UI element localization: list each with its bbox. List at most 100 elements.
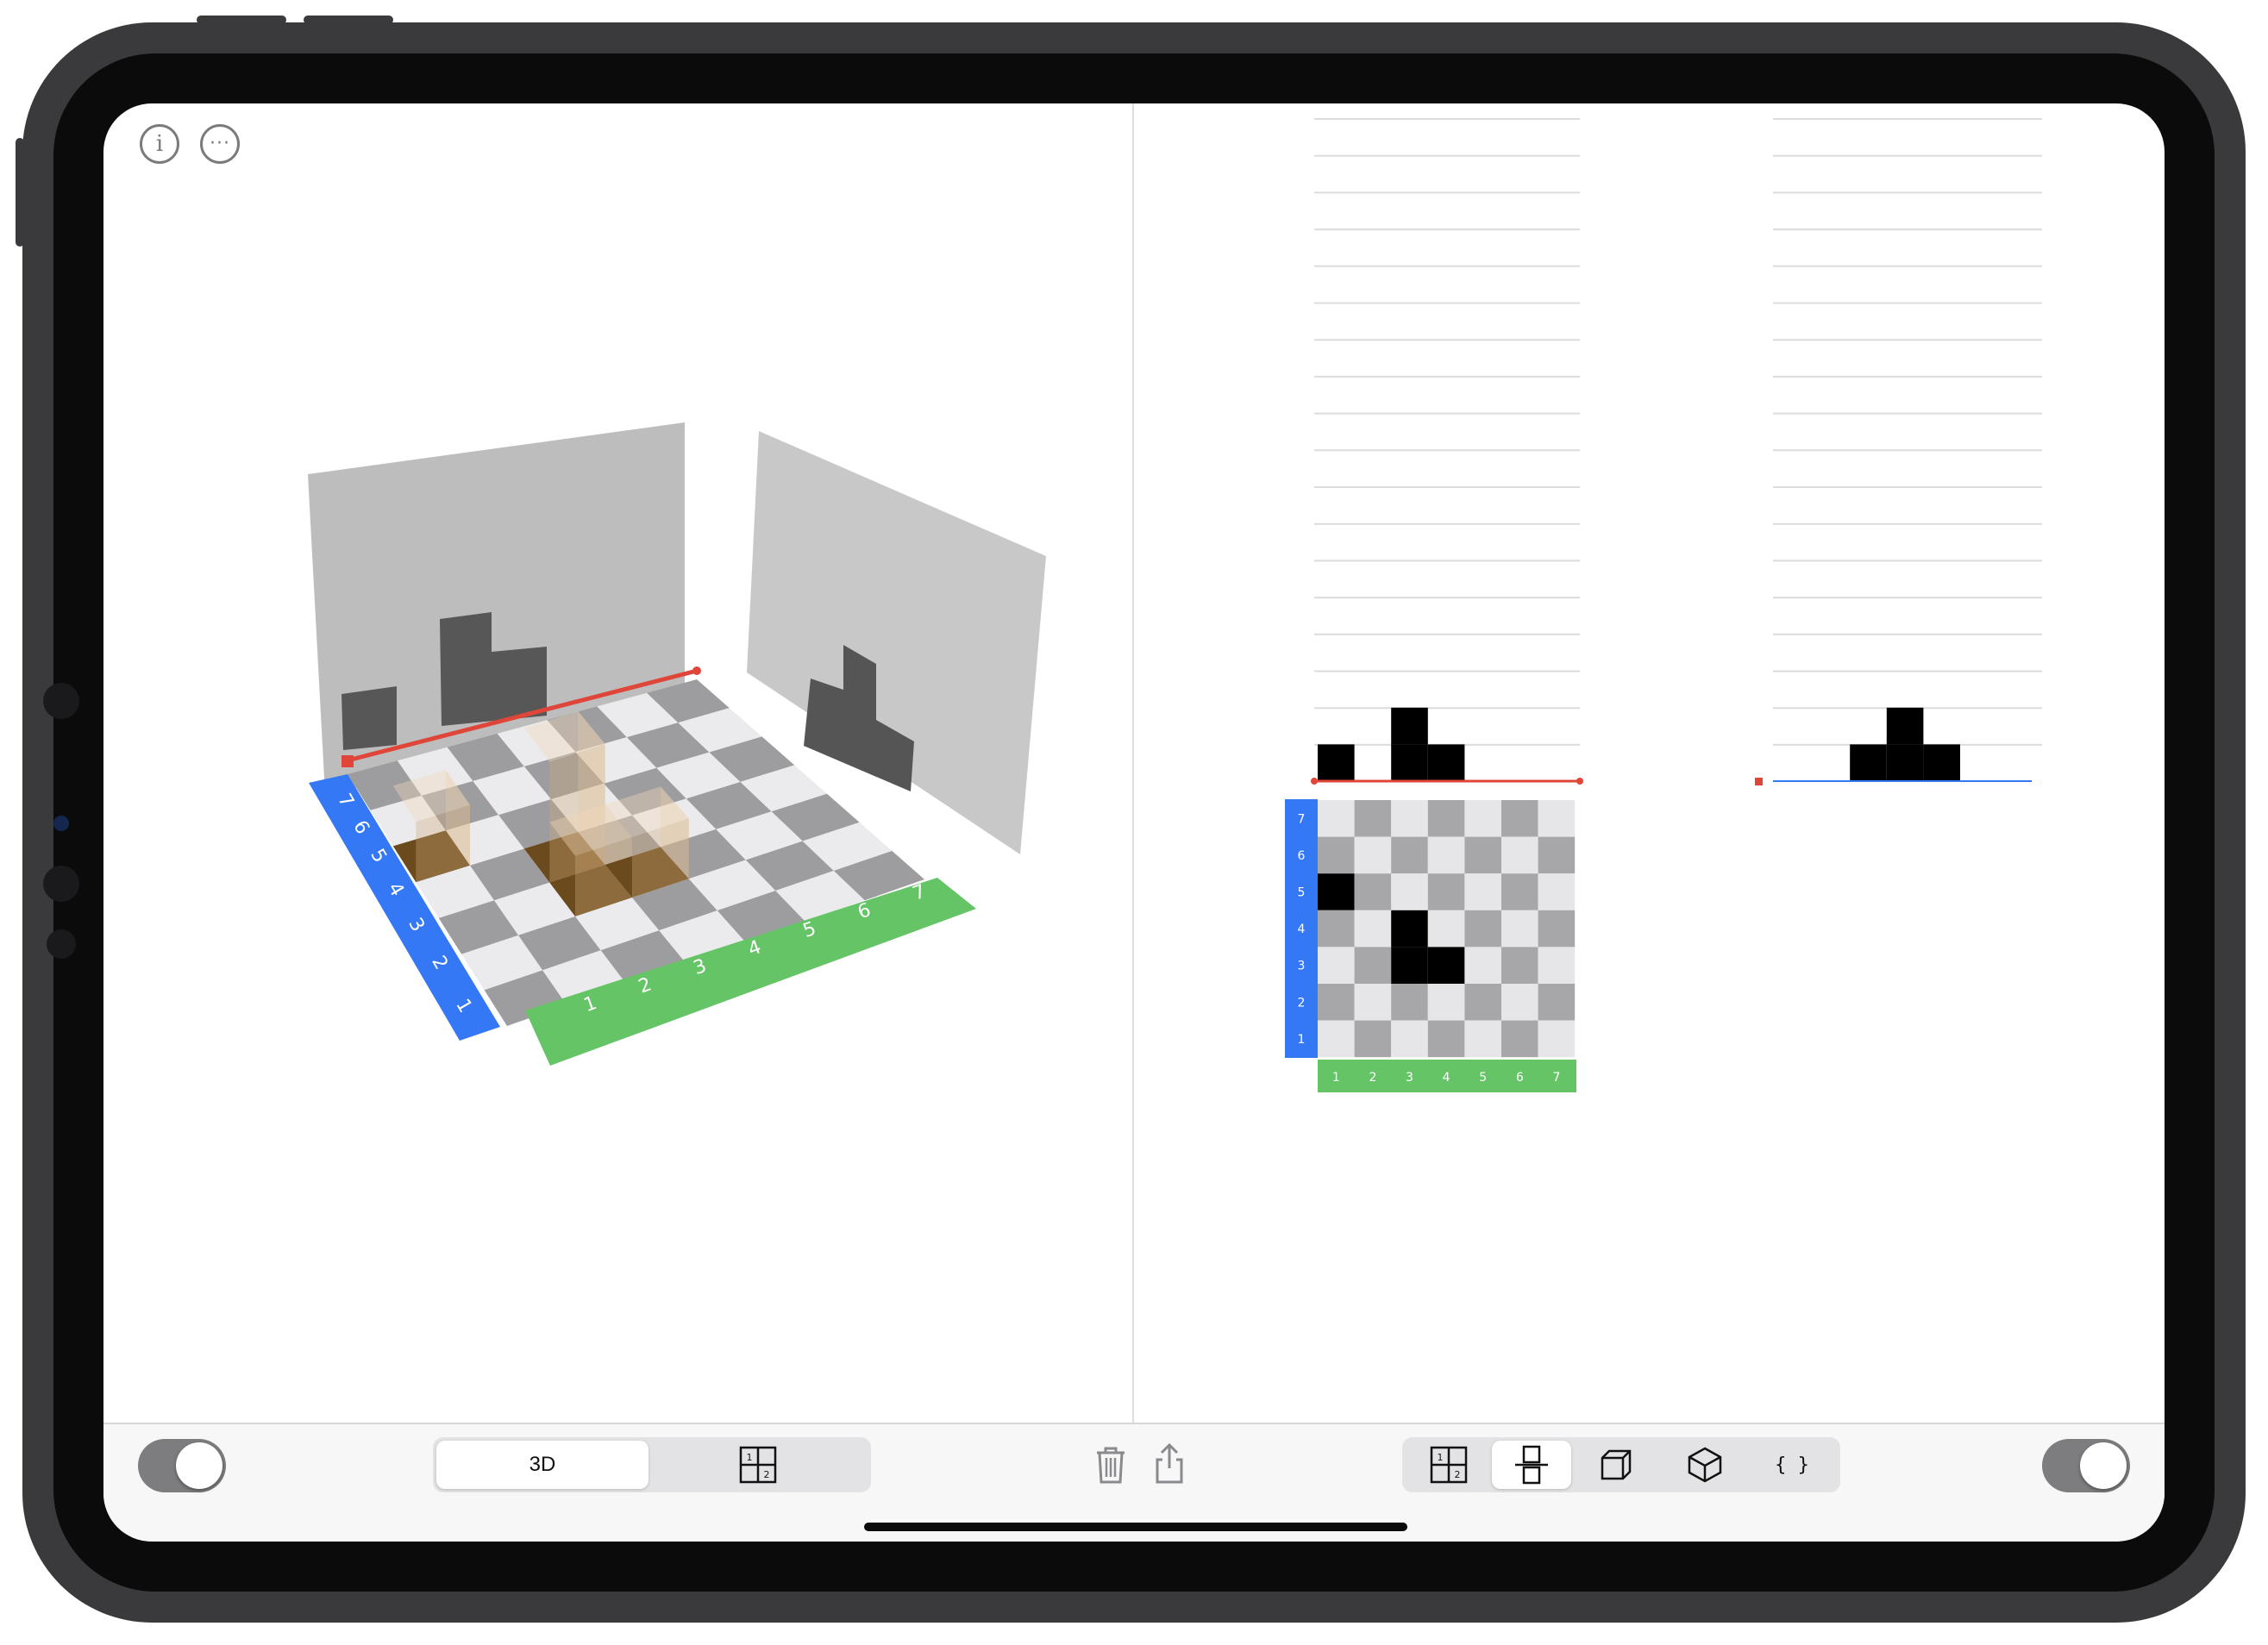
top-view-cell[interactable] [1354,873,1392,910]
top-view-cell[interactable] [1354,1020,1392,1058]
view-option-stacked-squares[interactable] [1492,1441,1571,1489]
front-projection [1318,707,1465,781]
top-view-cell[interactable] [1318,984,1355,1021]
view-option-code[interactable]: { } [1749,1441,1835,1489]
top-view-x-label: 1 [1332,1071,1340,1085]
top-view-cell[interactable] [1538,910,1576,948]
top-view-y-label: 4 [1298,923,1306,936]
top-view-cell[interactable] [1464,910,1501,948]
top-view-cell[interactable] [1464,836,1501,874]
front-baseline-start [1311,778,1318,785]
side-projection [1850,707,1960,781]
top-view-cell[interactable] [1318,1020,1355,1058]
segment-3d-label: 3D [529,1453,556,1476]
top-view-cell[interactable] [1464,800,1501,837]
projection-views[interactable]: 1 2 3 4 5 6 7 7 6 5 4 3 2 1 [103,103,2165,1423]
top-view-cell[interactable] [1501,836,1538,874]
top-view-cell[interactable] [1354,910,1392,948]
top-view-cell[interactable] [1538,984,1576,1021]
top-view-cell[interactable] [1427,947,1465,984]
camera [53,816,69,831]
top-view-cell[interactable] [1501,984,1538,1021]
segment-3d[interactable]: 3D [436,1441,648,1489]
svg-text:2: 2 [1455,1469,1461,1480]
sensor [47,929,76,959]
front-projection-block [1391,744,1428,781]
top-view-x-label: 2 [1369,1071,1376,1085]
top-view-cell[interactable] [1501,910,1538,948]
top-view-cell[interactable] [1427,910,1465,948]
view-option-isometric-cube[interactable] [1661,1441,1749,1489]
top-view-y-label: 3 [1298,960,1306,973]
top-view-cell[interactable] [1391,836,1428,874]
top-view-cell[interactable] [1318,800,1355,837]
top-view-cell[interactable] [1538,836,1576,874]
top-view-cell[interactable] [1354,947,1392,984]
split-grid-icon: 1 2 [739,1446,777,1484]
code-braces-label: { } [1775,1454,1809,1476]
top-view-cell[interactable] [1538,1020,1576,1058]
top-view-cell[interactable] [1501,800,1538,837]
stacked-squares-icon [1515,1445,1548,1485]
top-view-cell[interactable] [1318,910,1355,948]
top-view-cell[interactable] [1391,910,1428,948]
volume-button [197,16,286,24]
top-view-cell[interactable] [1427,873,1465,910]
view-option-cube[interactable] [1571,1441,1661,1489]
top-view-cell[interactable] [1538,800,1576,837]
top-view-cell[interactable] [1427,800,1465,837]
toggle-knob [176,1442,222,1489]
sensor [43,866,79,902]
top-view-cell[interactable] [1427,836,1465,874]
top-view-cell[interactable] [1427,984,1465,1021]
top-view-cell[interactable] [1391,984,1428,1021]
home-indicator [864,1523,1407,1531]
top-view-y-label: 2 [1298,996,1306,1010]
top-view-grid[interactable] [1318,800,1576,1058]
side-button [16,138,24,247]
top-view-cell[interactable] [1464,984,1501,1021]
top-view-cell[interactable] [1464,873,1501,910]
top-view-cell[interactable] [1391,947,1428,984]
top-view-cell[interactable] [1501,1020,1538,1058]
top-view-y-label: 5 [1298,886,1306,900]
volume-button-2 [304,16,393,24]
top-view-cell[interactable] [1464,947,1501,984]
toggle-knob [2080,1442,2127,1489]
top-view-x-label: 4 [1443,1071,1450,1085]
top-view-cell[interactable] [1501,947,1538,984]
top-view-x-label: 3 [1406,1071,1413,1085]
share-icon[interactable] [1145,1441,1194,1489]
top-view-x-label: 7 [1552,1071,1560,1085]
svg-text:2: 2 [764,1469,770,1480]
cube-icon [1601,1449,1632,1480]
top-view-cell[interactable] [1354,836,1392,874]
top-view-x-label: 6 [1516,1071,1524,1085]
top-view-y-label: 7 [1298,812,1306,826]
left-toggle[interactable] [138,1439,226,1492]
top-view-cell[interactable] [1391,800,1428,837]
front-projection-block [1391,707,1428,745]
top-view-cell[interactable] [1318,873,1355,910]
top-view-cell[interactable] [1427,1020,1465,1058]
view-option-grid-numbered[interactable]: 1 2 [1406,1441,1492,1489]
side-projection-block [1850,744,1887,781]
top-view-cell[interactable] [1318,947,1355,984]
top-view-cell[interactable] [1391,1020,1428,1058]
top-view-cell[interactable] [1354,984,1392,1021]
top-view-cell[interactable] [1501,873,1538,910]
top-view-cell[interactable] [1538,947,1576,984]
view-options-segmented-control: 1 2 { } [1402,1437,1840,1492]
trash-icon[interactable] [1087,1441,1135,1489]
side-baseline-handle[interactable] [1755,778,1763,785]
segment-split-grid[interactable]: 1 2 [648,1441,868,1489]
right-toggle[interactable] [2042,1439,2130,1492]
top-view-cell[interactable] [1464,1020,1501,1058]
top-view-cell[interactable] [1538,873,1576,910]
top-view-cell[interactable] [1318,836,1355,874]
top-view-cell[interactable] [1391,873,1428,910]
isometric-cube-icon [1688,1447,1722,1483]
top-view-cell[interactable] [1354,800,1392,837]
app-screen: i ··· 12345671234567 12345677654321 3D 1… [103,103,2165,1542]
side-projection-block [1886,744,1924,781]
